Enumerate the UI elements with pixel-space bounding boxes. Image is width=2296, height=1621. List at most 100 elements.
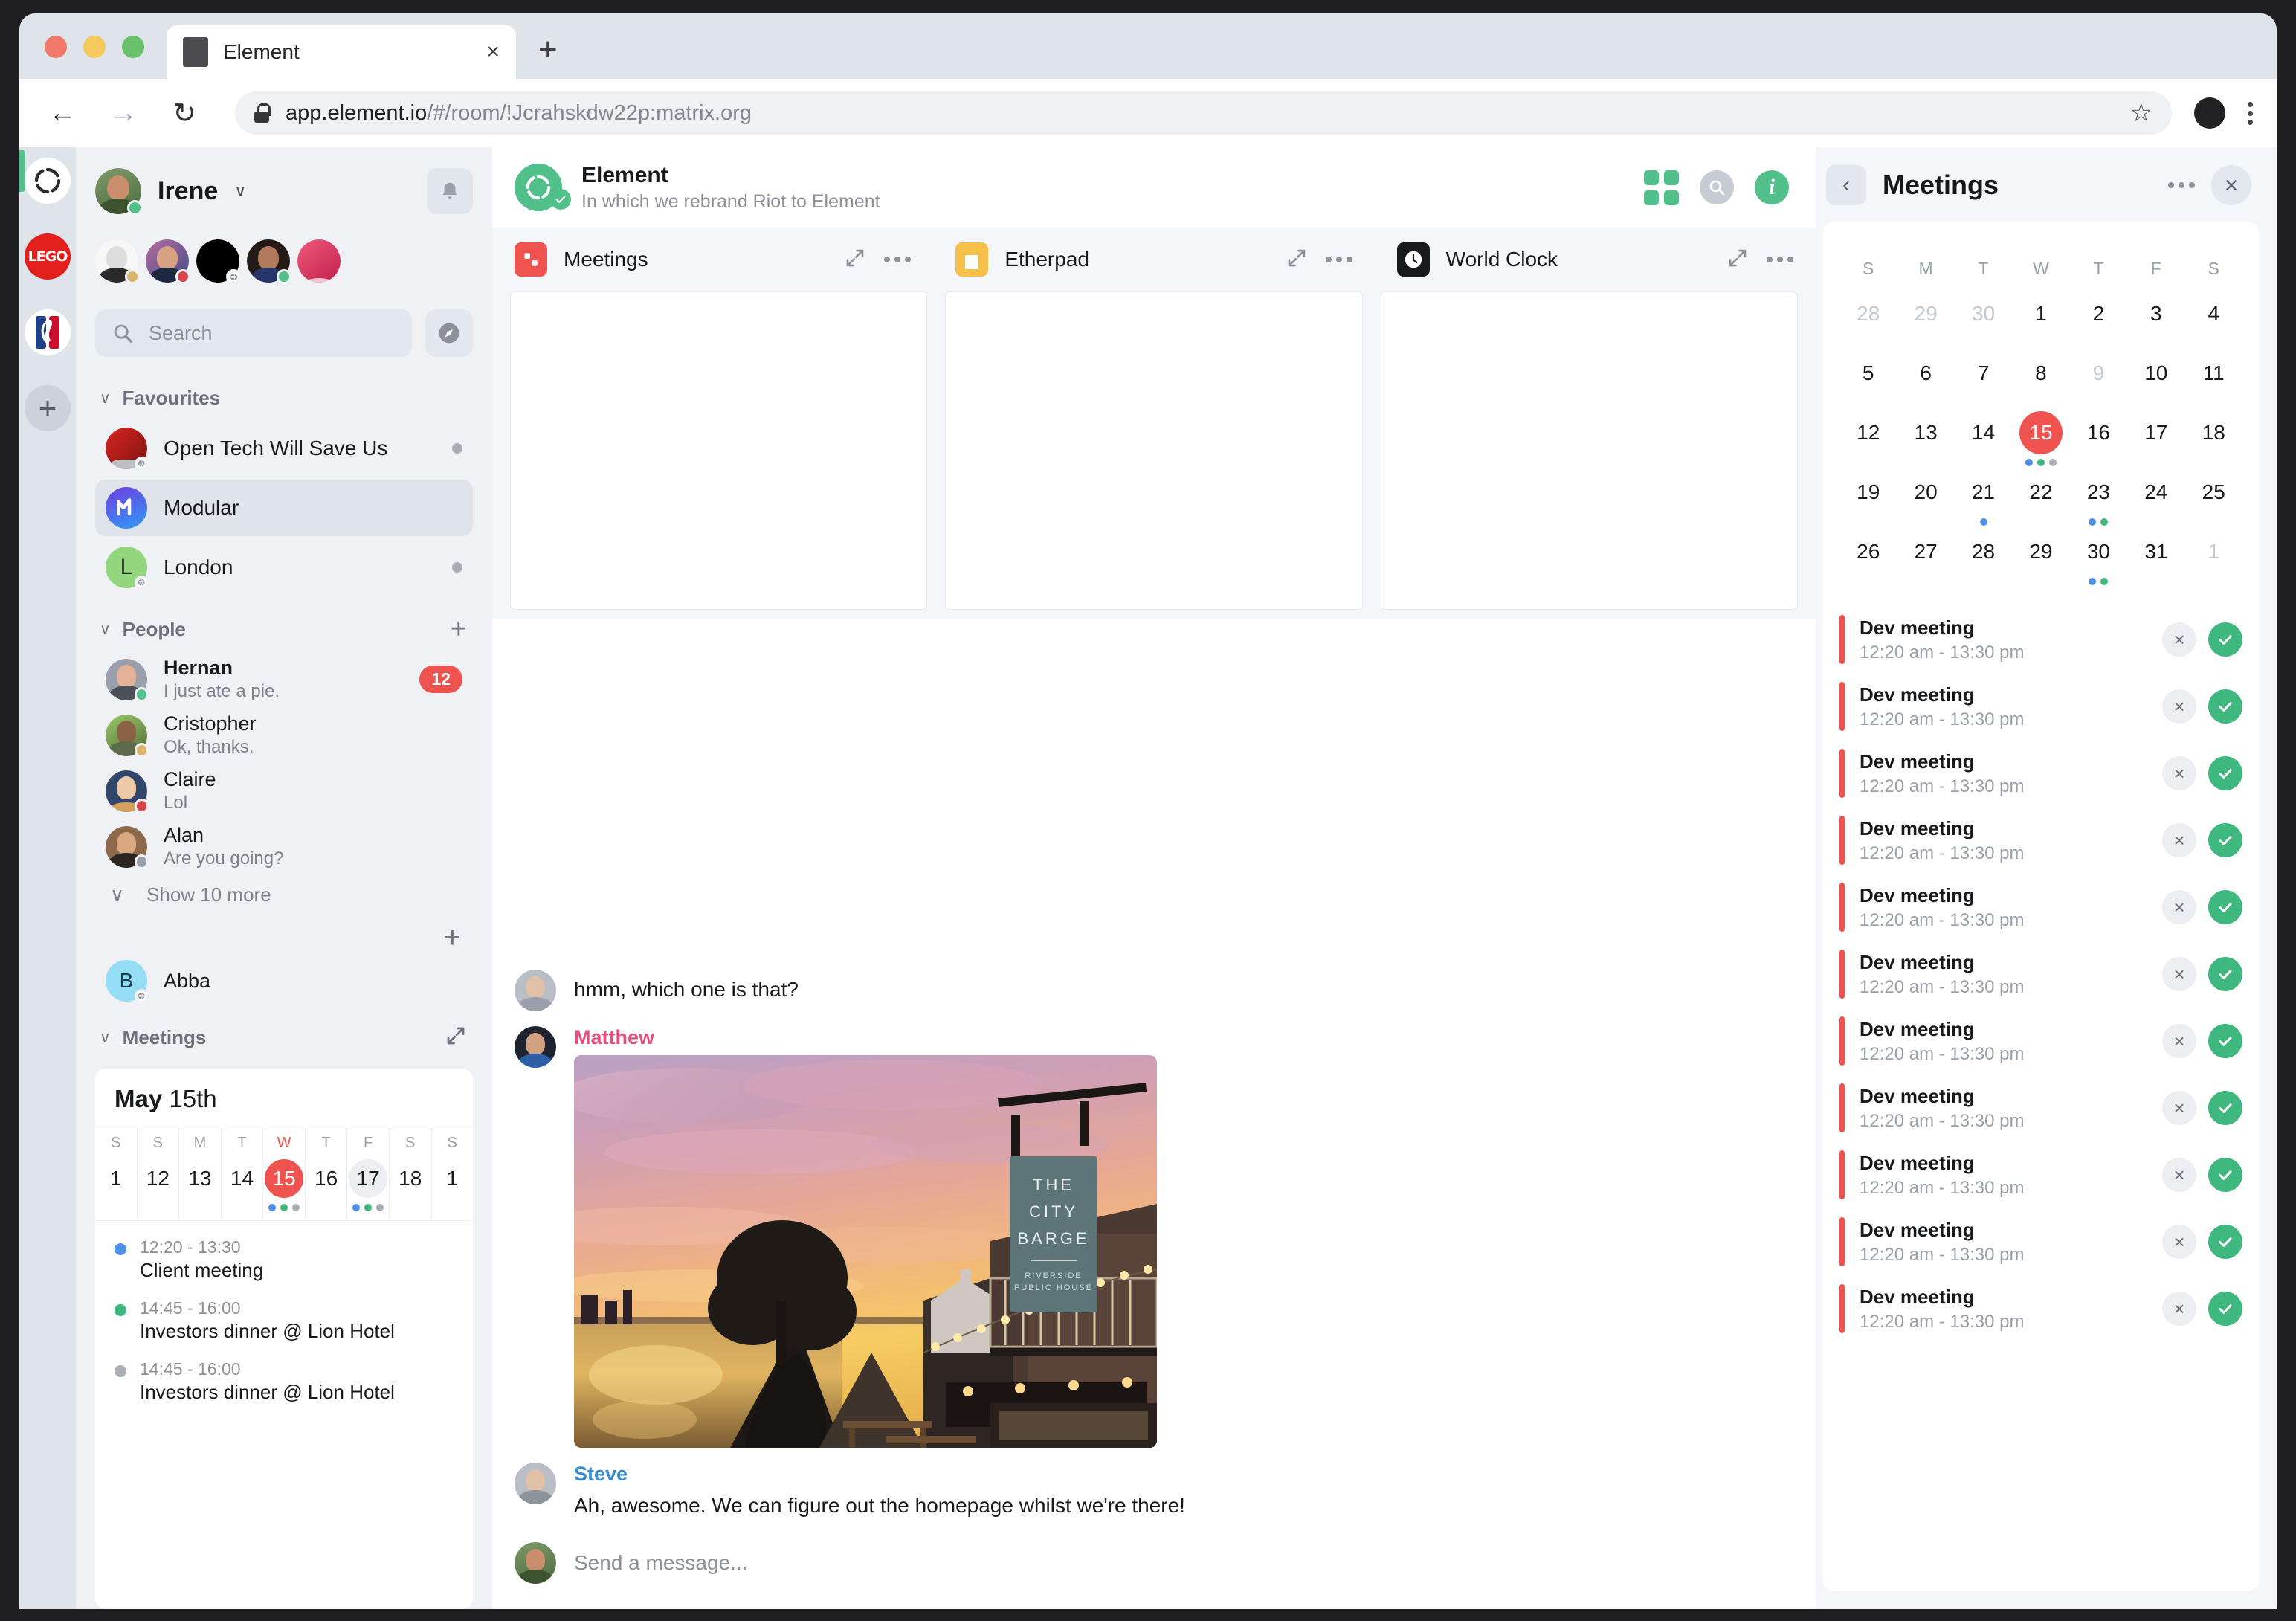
decline-meeting-button[interactable]: × (2162, 1158, 2196, 1192)
meeting-row[interactable]: Dev meeting 12:20 am - 13:30 pm × (1839, 1275, 2242, 1342)
meeting-row[interactable]: Dev meeting 12:20 am - 13:30 pm × (1839, 606, 2242, 673)
calendar-day-cell[interactable]: 1 (2012, 292, 2069, 352)
close-tab-button[interactable]: × (486, 41, 500, 63)
sidebar-item-nba[interactable] (25, 309, 71, 355)
sidebar-item-london[interactable]: L London (95, 539, 473, 596)
calendar-day-cell[interactable]: 13 (1897, 411, 1954, 471)
decline-meeting-button[interactable]: × (2162, 1024, 2196, 1058)
meeting-row[interactable]: Dev meeting 12:20 am - 13:30 pm × (1839, 1008, 2242, 1074)
apps-grid-icon[interactable] (1644, 170, 1679, 205)
avatar[interactable] (95, 168, 143, 216)
accept-meeting-button[interactable] (2208, 689, 2242, 724)
browser-tab[interactable]: Element × (167, 25, 516, 79)
back-button[interactable]: ← (43, 97, 82, 129)
bookmark-icon[interactable]: ☆ (2130, 98, 2152, 128)
calendar-day-cell[interactable]: 27 (1897, 530, 1954, 590)
calendar-day-cell[interactable]: 9 (2070, 352, 2127, 411)
calendar-day-cell[interactable]: 15 (2012, 411, 2069, 471)
meeting-row[interactable]: Dev meeting 12:20 am - 13:30 pm × (1839, 1208, 2242, 1275)
add-room-button[interactable]: + (95, 906, 473, 960)
minimize-widget-button[interactable] (1286, 247, 1308, 273)
decline-meeting-button[interactable]: × (2162, 890, 2196, 924)
search-input[interactable]: Search (95, 309, 412, 357)
calendar-day-cell[interactable]: 16 (2070, 411, 2127, 471)
calendar-day-cell[interactable]: 20 (1897, 471, 1954, 530)
section-header-favourites[interactable]: ∨ Favourites (100, 387, 473, 410)
mini-event-item[interactable]: 12:20 - 13:30 Client meeting (115, 1237, 454, 1282)
calendar-day-cell[interactable]: 18 (2185, 411, 2242, 471)
sidebar-item-alan[interactable]: Alan Are you going? (95, 819, 473, 874)
sidebar-item-hernan[interactable]: Hernan I just ate a pie. 12 (95, 651, 473, 707)
calendar-day-cell[interactable]: 4 (2185, 292, 2242, 352)
decline-meeting-button[interactable]: × (2162, 823, 2196, 857)
decline-meeting-button[interactable]: × (2162, 1292, 2196, 1326)
space-home-button[interactable] (25, 158, 71, 204)
user-menu[interactable]: Irene ∨ (95, 168, 473, 216)
member-avatar[interactable] (247, 239, 291, 284)
forward-button[interactable]: → (104, 97, 143, 129)
member-avatar[interactable] (146, 239, 190, 284)
meeting-row[interactable]: Dev meeting 12:20 am - 13:30 pm × (1839, 941, 2242, 1008)
calendar-day-cell[interactable]: 23 (2070, 471, 2127, 530)
accept-meeting-button[interactable] (2208, 1024, 2242, 1058)
calendar-day-cell[interactable]: 5 (1839, 352, 1897, 411)
message-image[interactable]: THE CITY BARGE RIVERSIDE PUBLIC HOUSE (574, 1055, 1157, 1448)
calendar-day-cell[interactable]: 30 (2070, 530, 2127, 590)
calendar-day-cell[interactable]: 26 (1839, 530, 1897, 590)
accept-meeting-button[interactable] (2208, 1292, 2242, 1326)
widget-body-etherpad[interactable] (945, 291, 1363, 610)
minimize-widget-button[interactable] (844, 247, 866, 273)
calendar-day-cell[interactable]: 21 (1955, 471, 2012, 530)
calendar-day-cell[interactable]: 28 (1839, 292, 1897, 352)
decline-meeting-button[interactable]: × (2162, 689, 2196, 724)
widget-options-icon[interactable] (884, 257, 912, 262)
meeting-row[interactable]: Dev meeting 12:20 am - 13:30 pm × (1839, 1074, 2242, 1141)
room-avatar[interactable] (515, 164, 571, 211)
mini-calendar-day[interactable]: W 15 (263, 1127, 306, 1220)
mini-event-item[interactable]: 14:45 - 16:00 Investors dinner @ Lion Hot… (115, 1359, 454, 1404)
room-info-button[interactable]: i (1755, 170, 1789, 204)
member-avatar[interactable] (297, 239, 341, 283)
widget-tab-etherpad[interactable]: Etherpad (933, 242, 1374, 277)
maximize-window-button[interactable] (122, 36, 144, 58)
calendar-day-cell[interactable]: 7 (1955, 352, 2012, 411)
show-more-people-button[interactable]: ∨ Show 10 more (95, 874, 473, 906)
calendar-day-cell[interactable]: 29 (2012, 530, 2069, 590)
mini-calendar-day[interactable]: M 13 (179, 1127, 222, 1220)
calendar-day-cell[interactable]: 14 (1955, 411, 2012, 471)
minimize-window-button[interactable] (83, 36, 106, 58)
calendar-day-cell[interactable]: 6 (1897, 352, 1954, 411)
avatar[interactable] (515, 970, 556, 1012)
add-person-button[interactable]: + (451, 615, 467, 643)
accept-meeting-button[interactable] (2208, 1158, 2242, 1192)
mini-event-item[interactable]: 14:45 - 16:00 Investors dinner @ Lion Hot… (115, 1298, 454, 1343)
chevron-down-icon[interactable]: ∨ (234, 181, 246, 201)
meeting-row[interactable]: Dev meeting 12:20 am - 13:30 pm × (1839, 874, 2242, 941)
accept-meeting-button[interactable] (2208, 823, 2242, 857)
browser-menu-icon[interactable] (2248, 101, 2253, 125)
meeting-row[interactable]: Dev meeting 12:20 am - 13:30 pm × (1839, 673, 2242, 740)
address-bar[interactable]: app.element.io/#/room/!Jcrahskdw22p:matr… (235, 91, 2172, 135)
meeting-row[interactable]: Dev meeting 12:20 am - 13:30 pm × (1839, 1141, 2242, 1208)
accept-meeting-button[interactable] (2208, 957, 2242, 991)
message-sender[interactable]: Steve (574, 1463, 1185, 1486)
calendar-day-cell[interactable]: 17 (2127, 411, 2184, 471)
close-panel-button[interactable]: × (2211, 165, 2251, 205)
calendar-day-cell[interactable]: 11 (2185, 352, 2242, 411)
sidebar-item-open-tech-will-save-us[interactable]: Open Tech Will Save Us (95, 420, 473, 477)
calendar-day-cell[interactable]: 28 (1955, 530, 2012, 590)
calendar-day-cell[interactable]: 24 (2127, 471, 2184, 530)
mini-calendar-day[interactable]: F 17 (347, 1127, 390, 1220)
decline-meeting-button[interactable]: × (2162, 622, 2196, 657)
decline-meeting-button[interactable]: × (2162, 1225, 2196, 1259)
member-avatar[interactable] (95, 239, 140, 284)
decline-meeting-button[interactable]: × (2162, 756, 2196, 790)
member-avatar[interactable] (196, 239, 241, 284)
accept-meeting-button[interactable] (2208, 756, 2242, 790)
new-tab-button[interactable]: + (538, 31, 558, 79)
widget-options-icon[interactable] (1325, 257, 1352, 262)
decline-meeting-button[interactable]: × (2162, 1091, 2196, 1125)
widget-body-meetings[interactable] (510, 291, 928, 610)
mini-calendar-day[interactable]: S 18 (390, 1127, 432, 1220)
widget-tab-meetings[interactable]: Meetings (492, 242, 933, 277)
